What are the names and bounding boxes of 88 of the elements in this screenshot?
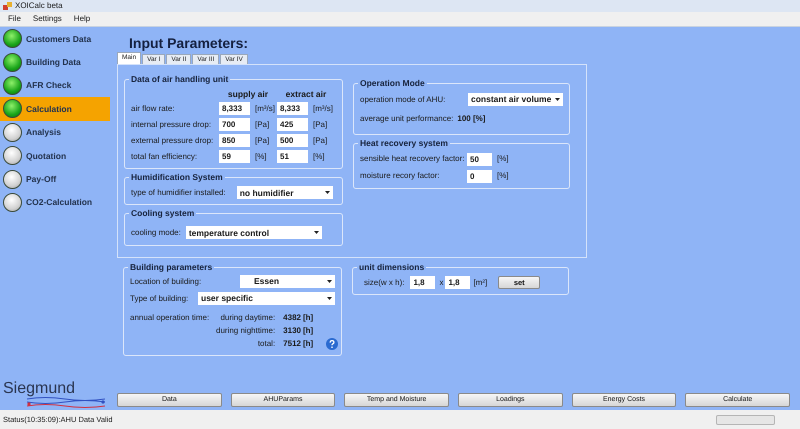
window-title: XOICalc beta [15, 1, 63, 11]
sidebar-item[interactable]: Pay-Off [0, 167, 110, 191]
selected-value: no humidifier [240, 188, 294, 198]
group-title: unit dimensions [357, 262, 426, 273]
width-field[interactable]: 1,8 [410, 276, 436, 289]
field-label: size(w x h): [364, 278, 404, 288]
sidebar-item[interactable]: CO2-Calculation [0, 190, 110, 214]
sidebar-item[interactable]: Quotation [0, 144, 110, 168]
time-value: 3130 [283, 326, 301, 336]
field-label: during daytime: [219, 313, 276, 323]
times-sign: x [439, 278, 444, 288]
sidebar-item[interactable]: Building Data [0, 50, 110, 74]
building-type-dropdown[interactable]: user specific [198, 292, 335, 305]
sidebar-item[interactable]: Customers Data [0, 27, 110, 50]
field-label: annual operation time: [130, 313, 210, 324]
input-field[interactable]: 8,333 [277, 102, 308, 116]
performance-value: 100 [%] [457, 114, 486, 124]
input-field[interactable]: 0 [467, 170, 492, 183]
caret-icon [324, 191, 330, 194]
unit-label: [m³/s] [312, 104, 334, 114]
input-field[interactable]: 8,333 [219, 102, 250, 116]
field-label: Type of building: [130, 294, 188, 304]
app-icon [3, 2, 12, 10]
sidebar-item[interactable]: AFR Check [0, 74, 110, 98]
unit-label: [Pa] [312, 136, 328, 146]
menu-item[interactable]: File [8, 14, 21, 24]
unit-label: [%] [254, 152, 268, 162]
input-field[interactable]: 59 [219, 150, 250, 164]
unit-label: [m³/s] [254, 104, 276, 114]
group-title: Data of air handling unit [129, 74, 230, 85]
field-label: moisture recory factor: [360, 171, 441, 181]
input-field[interactable]: 50 [467, 152, 492, 166]
field-label: air flow rate: [131, 104, 176, 114]
humidifier-dropdown[interactable]: no humidifier [236, 186, 333, 200]
field-label: total: [256, 339, 276, 349]
column-header: supply air [226, 89, 270, 100]
input-field[interactable]: 850 [219, 134, 250, 148]
column-header: extract air [284, 89, 328, 100]
menu-item[interactable]: Settings [32, 14, 62, 24]
cooling-mode-dropdown[interactable]: temperature control [186, 226, 322, 240]
unit-label: [h] [302, 339, 314, 349]
field-label: during nighttime: [215, 326, 276, 336]
help-icon[interactable] [326, 338, 338, 350]
group-title: Building parameters [128, 262, 214, 273]
input-field[interactable]: 51 [277, 150, 308, 164]
selected-value: user specific [201, 293, 253, 304]
unit-label: [h] [302, 326, 314, 336]
selected-value: temperature control [188, 228, 270, 238]
unit-label: [%] [497, 171, 509, 181]
field-label: internal pressure drop: [131, 120, 212, 130]
unit-label: [Pa] [312, 120, 328, 130]
field-label: Location of building: [130, 276, 202, 286]
field-label: external pressure drop: [131, 136, 214, 146]
page-heading: Input Parameters: [129, 36, 250, 50]
field-label: type of humidifier installed: [131, 188, 226, 198]
group-title: Operation Mode [358, 78, 427, 89]
field-label: total fan efficiency: [131, 152, 198, 162]
time-value: 7512 [283, 339, 301, 349]
time-value: 4382 [283, 313, 301, 323]
field-label: sensible heat recovery factor: [360, 154, 466, 164]
unit-label: [m²] [473, 278, 488, 288]
field-label: average unit performance: [360, 114, 454, 124]
unit-label: [Pa] [254, 120, 270, 130]
logo-text: Siegmund [3, 381, 76, 397]
input-field[interactable]: 700 [219, 118, 250, 132]
selected-value: constant air volume [471, 94, 552, 105]
menu-item[interactable]: Help [74, 14, 90, 24]
height-field[interactable]: 1,8 [445, 276, 470, 289]
unit-label: [h] [302, 313, 314, 323]
unit-label: [%] [497, 154, 509, 164]
group-title: Heat recovery system [358, 138, 450, 149]
caret-icon [327, 297, 332, 300]
group-title: Humidification System [129, 172, 225, 184]
operation-mode-dropdown[interactable]: constant air volume [468, 93, 563, 106]
caret-icon [555, 98, 560, 101]
field-label: operation mode of AHU: [360, 94, 446, 104]
selected-value: Essen [254, 276, 280, 287]
caret-icon [314, 231, 319, 234]
sidebar-item[interactable]: Analysis [0, 120, 110, 144]
unit-label: [Pa] [254, 136, 270, 146]
sidebar-item[interactable]: Calculation [0, 97, 110, 121]
caret-icon [327, 280, 332, 283]
input-field[interactable]: 500 [277, 134, 308, 148]
unit-label: [%] [312, 152, 326, 162]
field-label: cooling mode: [131, 228, 181, 238]
group-title: Cooling system [129, 208, 196, 220]
input-field[interactable]: 425 [277, 118, 308, 132]
location-dropdown[interactable]: Essen [240, 275, 335, 288]
